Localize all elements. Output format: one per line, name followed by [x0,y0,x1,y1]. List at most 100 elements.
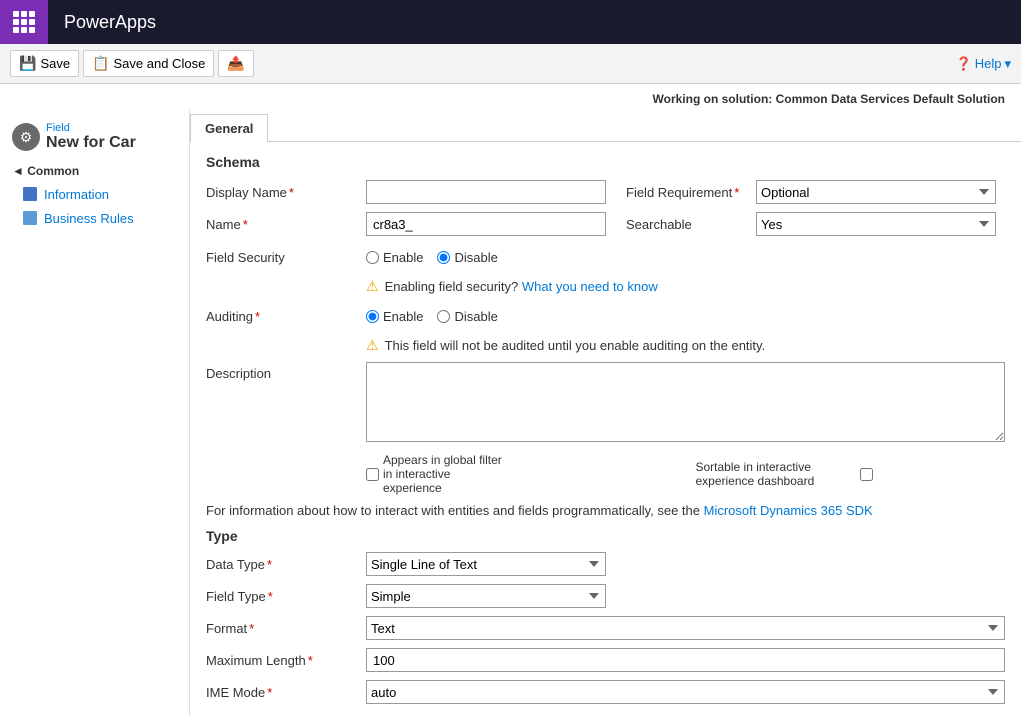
field-security-disable-text: Disable [454,250,497,265]
field-security-radio-group: Enable Disable [366,250,1005,265]
auditing-warning-row: ⚠ This field will not be audited until y… [366,337,1005,354]
global-filter-checkbox[interactable] [366,468,379,481]
auditing-warning-icon: ⚠ [366,337,379,354]
extra-button[interactable]: 📤 [218,50,253,77]
name-label: Name* [206,217,366,232]
sortable-checkbox[interactable] [860,468,873,481]
auditing-disable-radio[interactable] [437,310,450,323]
max-length-label: Maximum Length* [206,653,366,668]
help-button[interactable]: ❓ Help ▾ [956,56,1011,72]
sidebar: ⚙ Field New for Car ◄ Common Information… [0,110,190,716]
name-col: Name* [206,212,606,236]
display-name-required: * [289,185,294,200]
field-requirement-col: Field Requirement* Optional Business Rec… [606,180,1005,204]
waffle-menu[interactable] [0,0,48,44]
auditing-enable-radio[interactable] [366,310,379,323]
field-requirement-label: Field Requirement* [626,185,756,200]
info-link-row: For information about how to interact wi… [206,503,1005,518]
save-close-button[interactable]: 📋 Save and Close [83,50,214,77]
field-security-row: Field Security Enable Disable [206,244,1005,270]
field-security-enable-text: Enable [383,250,423,265]
max-length-input[interactable] [366,648,1005,672]
sidebar-item-information[interactable]: Information [0,182,189,206]
tab-bar: General [190,110,1021,142]
business-rules-icon [22,210,38,226]
sidebar-entity-name: New for Car [46,134,136,152]
searchable-col: Searchable Yes No [606,212,1005,236]
page-layout: Working on solution: Common Data Service… [0,84,1021,716]
checkbox-row: Appears in global filter in interactive … [206,453,1005,495]
global-filter-col: Appears in global filter in interactive … [366,453,676,495]
field-requirement-select[interactable]: Optional Business Recommended Business R… [756,180,996,204]
toolbar: 💾 Save 📋 Save and Close 📤 ❓ Help ▾ [0,44,1021,84]
save-close-label: Save and Close [114,56,206,71]
sidebar-item-business-rules[interactable]: Business Rules [0,206,189,230]
help-label: Help [975,56,1002,71]
field-security-warning-link[interactable]: What you need to know [522,279,658,294]
sidebar-information-label: Information [44,187,109,202]
data-type-row: Data Type* Single Line of Text Multiple … [206,552,1005,576]
data-type-label: Data Type* [206,557,366,572]
tab-general-label: General [205,121,253,136]
searchable-label: Searchable [626,217,756,232]
field-type-field: Simple Calculated Rollup [366,584,1005,608]
sidebar-entity-label: Field [46,122,136,134]
form-content: Schema Display Name* Field Requirement* [190,142,1021,716]
sortable-col: Sortable in interactive experience dashb… [676,460,1006,488]
name-row: Name* Searchable Yes No [206,212,1005,236]
save-icon: 💾 [19,55,36,72]
ime-mode-select[interactable]: auto active inactive disabled [366,680,1005,704]
auditing-radio-group: Enable Disable [366,309,1005,324]
auditing-label: Auditing* [206,309,366,324]
data-type-field: Single Line of Text Multiple Lines of Te… [366,552,1005,576]
field-security-label: Field Security [206,250,366,265]
format-row: Format* Text Email URL Ticker Symbol Pho… [206,616,1005,640]
format-field: Text Email URL Ticker Symbol Phone [366,616,1005,640]
field-security-enable-label[interactable]: Enable [366,250,423,265]
auditing-warning-text: This field will not be audited until you… [385,338,766,353]
field-type-label: Field Type* [206,589,366,604]
format-label: Format* [206,621,366,636]
description-textarea[interactable] [366,362,1005,442]
help-dropdown-arrow: ▾ [1004,56,1011,72]
display-name-input[interactable] [366,180,606,204]
field-security-field: Enable Disable [366,250,1005,265]
auditing-disable-text: Disable [454,309,497,324]
display-name-col: Display Name* [206,180,606,204]
dynamics-sdk-link[interactable]: Microsoft Dynamics 365 SDK [704,503,873,518]
ime-mode-label: IME Mode* [206,685,366,700]
sidebar-title-group: Field New for Car [46,122,136,152]
auditing-disable-label[interactable]: Disable [437,309,497,324]
field-security-disable-radio[interactable] [437,251,450,264]
topbar: PowerApps [0,0,1021,44]
name-input[interactable] [366,212,606,236]
display-name-label: Display Name* [206,185,366,200]
field-security-warning-text: Enabling field security? What you need t… [385,279,658,294]
entity-gear-icon: ⚙ [12,123,40,151]
toolbar-right: ❓ Help ▾ [956,56,1011,72]
max-length-row: Maximum Length* [206,648,1005,672]
field-security-enable-radio[interactable] [366,251,379,264]
auditing-enable-label[interactable]: Enable [366,309,423,324]
searchable-select[interactable]: Yes No [756,212,996,236]
save-close-icon: 📋 [92,55,109,72]
field-type-select[interactable]: Simple Calculated Rollup [366,584,606,608]
save-button[interactable]: 💾 Save [10,50,79,77]
field-security-disable-label[interactable]: Disable [437,250,497,265]
solution-text: Working on solution: Common Data Service… [653,92,1005,106]
field-type-row: Field Type* Simple Calculated Rollup [206,584,1005,608]
sidebar-section-common[interactable]: ◄ Common [0,156,189,182]
schema-title: Schema [206,154,1005,170]
description-field [366,362,1005,445]
format-select[interactable]: Text Email URL Ticker Symbol Phone [366,616,1005,640]
ime-mode-row: IME Mode* auto active inactive disabled [206,680,1005,704]
auditing-enable-text: Enable [383,309,423,324]
type-section-title: Type [206,528,1005,544]
tab-general[interactable]: General [190,114,268,142]
field-security-warning-icon: ⚠ [366,278,379,295]
help-icon: ❓ [956,56,972,72]
auditing-row: Auditing* Enable Disable [206,303,1005,329]
data-type-select[interactable]: Single Line of Text Multiple Lines of Te… [366,552,606,576]
save-button-label: Save [40,56,70,71]
sidebar-business-rules-label: Business Rules [44,211,134,226]
